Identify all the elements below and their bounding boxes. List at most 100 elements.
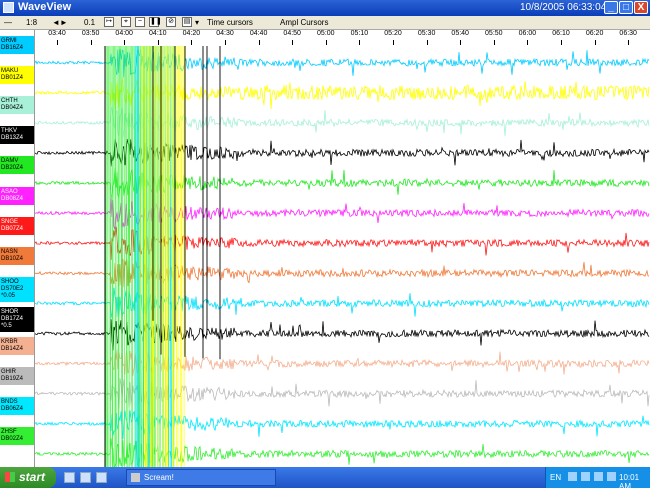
time-tick-label: 06:00	[518, 30, 537, 37]
quicklaunch-explorer-icon[interactable]	[80, 472, 91, 483]
station-channel: DB17Z4	[1, 315, 24, 322]
tray-clock: 10:01 AM	[619, 473, 640, 491]
tray-volume-icon[interactable]	[581, 472, 590, 481]
station-channel: DB01Z4	[1, 75, 24, 82]
quicklaunch-browser-icon[interactable]	[64, 472, 75, 483]
scroll-right-icon[interactable]: ↦	[104, 17, 114, 27]
station-channel: DB08Z4	[1, 195, 24, 202]
trace-grmi	[35, 48, 650, 78]
station-label[interactable]: DAMV DB20Z4	[0, 156, 34, 175]
seismogram-traces[interactable]	[35, 46, 650, 467]
time-tick-label: 05:40	[451, 30, 469, 37]
station-channel: DB14Z4	[1, 346, 24, 352]
station-label[interactable]: SHOR DB17Z4 *0.5	[0, 306, 34, 332]
time-tick-label: 04:00	[115, 30, 133, 37]
time-tick-mark	[460, 40, 462, 45]
time-tick-mark	[393, 40, 394, 45]
station-channel: DB20Z4	[1, 165, 24, 172]
close-button[interactable]: X	[634, 1, 648, 14]
time-tick-label: 05:50	[485, 30, 503, 37]
tray-security-icon[interactable]	[594, 472, 603, 481]
time-cursors-button[interactable]: Time cursors	[207, 17, 253, 28]
station-scale: *0.5	[1, 322, 12, 329]
window-datetime: 10/8/2005 06:33:04	[520, 2, 607, 13]
tray-update-icon[interactable]	[607, 472, 616, 481]
time-tick-label: 03:50	[81, 30, 100, 37]
time-tick-label: 04:20	[182, 30, 201, 37]
time-tick-mark	[426, 40, 428, 45]
language-indicator[interactable]: EN	[550, 473, 561, 482]
time-tick-label: 04:40	[249, 30, 268, 37]
station-name: GHIR	[1, 369, 16, 376]
station-name: NASN	[1, 248, 18, 255]
station-name: DAMV	[1, 158, 19, 165]
time-tick-mark	[124, 40, 126, 45]
station-name: KRBR	[1, 339, 18, 345]
maximize-button[interactable]: □	[619, 1, 633, 14]
time-tick-mark	[527, 40, 529, 45]
time-tick-label: 06:30	[619, 30, 637, 37]
print-icon[interactable]: ▤	[182, 17, 192, 27]
station-channel: DB04Z4	[1, 105, 24, 112]
start-button[interactable]: start	[0, 467, 56, 488]
station-name: THKV	[1, 128, 18, 135]
time-tick-label: 05:30	[417, 30, 436, 37]
app-icon	[3, 2, 14, 13]
pick-tool-icon[interactable]: ⌖	[121, 17, 131, 27]
zoom-ratio: 1:8	[26, 18, 38, 27]
filter-icon[interactable]: ⊘	[166, 17, 176, 27]
trace-maku	[35, 78, 650, 110]
time-tick-mark	[57, 40, 58, 45]
station-label-column: GRMI DB16Z4 MAKU DB01Z4 CHTH DB04Z4 THKV DB13Z4…	[0, 30, 35, 467]
time-tick-mark	[157, 40, 159, 45]
time-tick-mark	[325, 40, 327, 45]
station-label[interactable]: NASN DB10Z4	[0, 246, 34, 265]
tray-network-icon[interactable]	[568, 472, 577, 481]
taskbar-item-scream[interactable]: Scream!	[126, 469, 276, 486]
zoom-out-icon[interactable]: —	[4, 17, 12, 28]
time-tick-label: 05:20	[384, 30, 402, 37]
station-label[interactable]: ASAO DB08Z4	[0, 186, 34, 205]
time-tick-mark	[359, 40, 361, 45]
station-channel: DS70E2	[1, 285, 24, 292]
station-label[interactable]: GHIR DB19Z4	[0, 367, 34, 386]
station-label[interactable]: SHOO DS70E2 *0.05	[0, 276, 34, 302]
station-channel: DB10Z4	[1, 255, 24, 262]
station-channel: DB06Z4	[1, 406, 24, 413]
time-tick-mark	[258, 40, 260, 45]
step-value: 0.1	[84, 18, 96, 27]
station-name: ASAO	[1, 188, 18, 195]
station-label[interactable]: MAKU DB01Z4	[0, 66, 34, 85]
minimize-button[interactable]: _	[604, 1, 618, 14]
scream-app-icon	[131, 473, 140, 482]
windows-flag-icon	[5, 472, 15, 482]
station-label[interactable]: GRMI DB16Z4	[0, 36, 34, 54]
wave-tool-icon[interactable]: ~	[135, 17, 145, 27]
time-tick-mark	[292, 40, 294, 45]
station-name: BNDS	[1, 399, 18, 406]
station-label[interactable]: THKV DB13Z4	[0, 126, 34, 145]
time-axis: 03:40 03:50 04:00 04:10 04:20 04:30 04:40 04:50…	[35, 30, 650, 46]
time-tick-mark	[493, 40, 495, 45]
title-bar: WaveView 10/8/2005 06:33:04 _ □ X	[0, 0, 650, 16]
station-label[interactable]: SNGE DB07Z4	[0, 216, 34, 235]
toolbar: — 1:8 ◄► 0.1 ↦ ⌖ ~ ❚❚ ⊘ ▤ ▾ Time cursors…	[0, 16, 650, 30]
time-scale-arrows-icon[interactable]: ◄►	[52, 17, 68, 28]
taskbar: start Scream! EN 10:01 AM	[0, 467, 650, 491]
quicklaunch-desktop-icon[interactable]	[96, 472, 107, 483]
station-label[interactable]: CHTH DB04Z4	[0, 96, 34, 115]
time-tick-label: 04:50	[283, 30, 301, 37]
pause-icon[interactable]: ❚❚	[149, 17, 162, 27]
dropdown-chevron-icon[interactable]: ▾	[195, 17, 199, 28]
station-label[interactable]: KRBR DB14Z4	[0, 337, 34, 355]
trace-chth	[35, 106, 650, 138]
station-channel: DB16Z4	[1, 45, 24, 51]
station-name: SHOR	[1, 308, 19, 315]
time-tick-mark	[191, 40, 193, 45]
ampl-cursors-button[interactable]: Ampl Cursors	[280, 17, 328, 28]
station-label[interactable]: ZHSF DB02Z4	[0, 427, 34, 446]
station-name: ZHSF	[1, 429, 17, 436]
station-label[interactable]: BNDS DB06Z4	[0, 397, 34, 416]
station-channel: DB19Z4	[1, 376, 24, 383]
time-tick-label: 05:00	[317, 30, 335, 37]
